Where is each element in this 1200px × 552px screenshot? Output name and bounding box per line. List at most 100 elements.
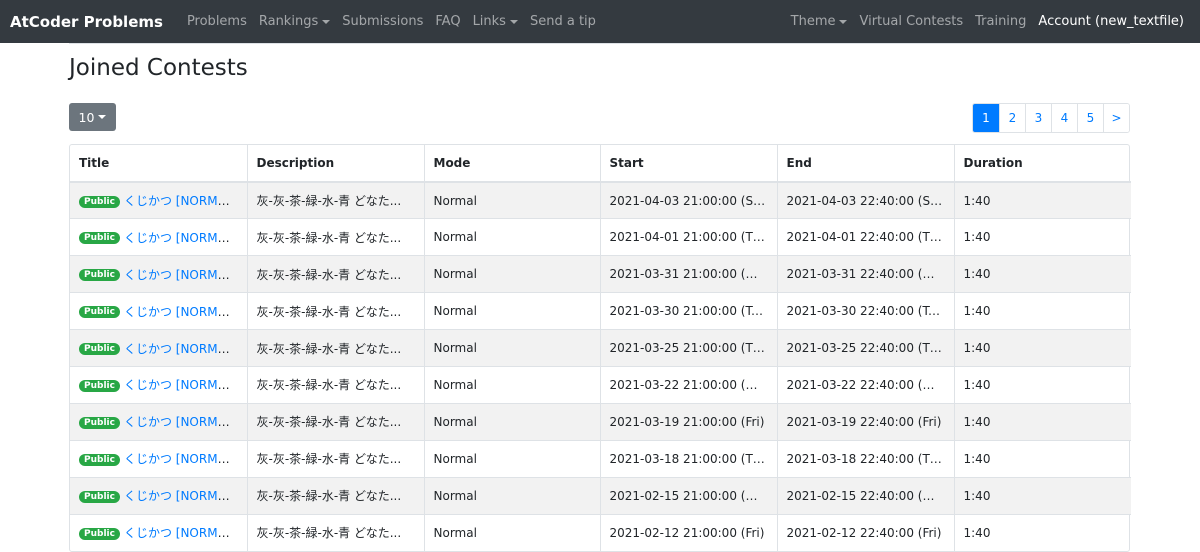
cell-description: 灰-灰-茶-緑-水-青 どなた... (246, 292, 424, 330)
cell-title: Public くじかつ [NORMAL... (70, 218, 247, 256)
cell-mode: Normal (423, 513, 600, 551)
contest-title-link[interactable]: くじかつ [NORMAL... (124, 415, 244, 429)
nav-link-links[interactable]: Links (467, 14, 524, 29)
cell-end: 2021-02-12 22:40:00 (Fri) (776, 513, 954, 551)
contest-title-link[interactable]: くじかつ [NORMAL... (124, 378, 244, 392)
public-badge: Public (79, 490, 120, 503)
contest-title-link[interactable]: くじかつ [NORMAL... (124, 489, 244, 503)
nav-link-faq[interactable]: FAQ (429, 14, 466, 29)
contests-table: Title Description Mode Start End Duration Pub… (70, 145, 1131, 551)
caret-down-icon (509, 19, 518, 24)
cell-start: 2021-04-01 21:00:00 (Thu) (599, 218, 777, 256)
contest-title-link[interactable]: くじかつ [NORMAL... (124, 526, 244, 540)
caret-down-icon (839, 19, 848, 24)
table-controls: 10 1 2 3 4 5 > (69, 103, 1130, 133)
cell-mode: Normal (423, 439, 600, 478)
column-header-duration[interactable]: Duration (953, 145, 1131, 183)
pagination-page-4[interactable]: 4 (1051, 104, 1077, 132)
pagination-page-3[interactable]: 3 (1025, 104, 1051, 132)
cell-mode: Normal (423, 255, 600, 293)
contest-title-link[interactable]: くじかつ [NORMAL... (124, 268, 244, 282)
cell-mode: Normal (423, 292, 600, 330)
nav-link-label: Send a tip (529, 14, 596, 29)
contest-title-link[interactable]: くじかつ [NORMAL... (124, 452, 244, 466)
table-row: Public くじかつ [NORMAL... 灰-灰-茶-緑-水-青 どなた... N… (70, 402, 1131, 441)
nav-link-rankings[interactable]: Rankings (253, 14, 336, 29)
cell-description: 灰-灰-茶-緑-水-青 どなた... (246, 439, 424, 478)
table-header-row: Title Description Mode Start End Duration (70, 145, 1131, 183)
table-row: Public くじかつ [NORMAL... 灰-灰-茶-緑-水-青 どなた... N… (70, 181, 1131, 219)
cell-description: 灰-灰-茶-緑-水-青 どなた... (246, 365, 424, 404)
column-header-end[interactable]: End (776, 145, 954, 183)
cell-end: 2021-04-01 22:40:00 (Thu) (776, 218, 954, 256)
contest-title-link[interactable]: くじかつ [NORMAL... (124, 231, 244, 245)
cell-end: 2021-03-31 22:40:00 (Wed) (776, 255, 954, 293)
nav-link-account-new-textfile[interactable]: Account (new_textfile) (1032, 14, 1190, 29)
public-badge: Public (79, 453, 120, 466)
nav-link-theme[interactable]: Theme (785, 14, 854, 29)
table-row: Public くじかつ [NORMAL... 灰-灰-茶-緑-水-青 どなた... N… (70, 513, 1131, 551)
cell-title: Public くじかつ [NORMAL... (70, 439, 247, 478)
nav-link-send-a-tip[interactable]: Send a tip (524, 14, 602, 29)
cell-title: Public くじかつ [NORMAL... (70, 292, 247, 330)
cell-description: 灰-灰-茶-緑-水-青 どなた... (246, 513, 424, 551)
nav-link-label: Links (472, 14, 506, 29)
cell-start: 2021-03-30 21:00:00 (Tue) (599, 292, 777, 330)
cell-start: 2021-03-18 21:00:00 (Thu) (599, 439, 777, 478)
public-badge: Public (79, 379, 120, 392)
cell-end: 2021-04-03 22:40:00 (Sat) (776, 181, 954, 219)
table-body: Public くじかつ [NORMAL... 灰-灰-茶-緑-水-青 どなた... N… (70, 181, 1131, 551)
cell-mode: Normal (423, 218, 600, 256)
cell-mode: Normal (423, 476, 600, 515)
column-header-mode[interactable]: Mode (423, 145, 600, 183)
nav-link-label: Virtual Contests (859, 14, 964, 29)
cell-title: Public くじかつ [NORMAL... (70, 476, 247, 515)
nav-link-label: Training (975, 14, 1027, 29)
page-title: Joined Contests (69, 55, 248, 81)
nav-left: Problems Rankings Submissions FAQ Links Send … (181, 14, 602, 29)
cell-duration: 1:40 (953, 513, 1131, 551)
nav-link-label: Problems (186, 14, 247, 29)
cell-duration: 1:40 (953, 181, 1131, 219)
public-badge: Public (79, 343, 120, 355)
public-badge: Public (79, 232, 120, 245)
cell-start: 2021-02-12 21:00:00 (Fri) (599, 513, 777, 551)
pagination-page-5[interactable]: 5 (1077, 104, 1103, 132)
nav-link-label: Account (new_textfile) (1038, 14, 1184, 29)
contest-title-link[interactable]: くじかつ [NORMAL... (124, 194, 244, 208)
cell-title: Public くじかつ [NORMAL... (70, 402, 247, 441)
page-size-dropdown[interactable]: 10 (69, 103, 116, 131)
cell-mode: Normal (423, 181, 600, 219)
nav-link-submissions[interactable]: Submissions (336, 14, 429, 29)
table-row: Public くじかつ [NORMAL... 灰-灰-茶-緑-水-青 どなた... N… (70, 218, 1131, 256)
public-badge: Public (79, 269, 120, 282)
pagination-page-2[interactable]: 2 (999, 104, 1025, 132)
nav-link-training[interactable]: Training (969, 14, 1032, 29)
pagination-next-button[interactable]: > (1103, 104, 1129, 132)
column-header-start[interactable]: Start (599, 145, 777, 183)
cell-end: 2021-02-15 22:40:00 (Mon) (776, 476, 954, 515)
nav-link-label: Submissions (342, 14, 424, 29)
caret-down-icon (98, 115, 107, 119)
cell-end: 2021-03-18 22:40:00 (Thu) (776, 439, 954, 478)
nav-link-problems[interactable]: Problems (181, 14, 253, 29)
cell-start: 2021-03-31 21:00:00 (Wed) (599, 255, 777, 293)
cell-description: 灰-灰-茶-緑-水-青 どなた... (246, 329, 424, 367)
table-row: Public くじかつ [NORMAL... 灰-灰-茶-緑-水-青 どなた... N… (70, 255, 1131, 293)
pagination: 1 2 3 4 5 > (972, 103, 1130, 133)
top-navbar: AtCoder Problems Problems Rankings Submiss… (0, 0, 1200, 43)
cell-start: 2021-02-15 21:00:00 (Mon) (599, 476, 777, 515)
contest-title-link[interactable]: くじかつ [NORMAL... (124, 342, 244, 356)
column-header-description[interactable]: Description (246, 145, 424, 183)
public-badge: Public (79, 527, 120, 540)
cell-end: 2021-03-30 22:40:00 (Tue) (776, 292, 954, 330)
table-row: Public くじかつ [NORMAL... 灰-灰-茶-緑-水-青 どなた... N… (70, 292, 1131, 330)
nav-link-virtual-contests[interactable]: Virtual Contests (853, 14, 969, 29)
main-content: Joined Contests 10 1 2 3 4 5 > Title Descripti… (69, 44, 1131, 552)
table-row: Public くじかつ [NORMAL... 灰-灰-茶-緑-水-青 どなた... N… (70, 329, 1131, 367)
column-header-title[interactable]: Title (70, 145, 247, 183)
public-badge: Public (79, 306, 120, 319)
contest-title-link[interactable]: くじかつ [NORMAL... (124, 305, 244, 319)
pagination-page-1[interactable]: 1 (973, 104, 999, 132)
brand-logo-text[interactable]: AtCoder Problems (10, 13, 163, 31)
